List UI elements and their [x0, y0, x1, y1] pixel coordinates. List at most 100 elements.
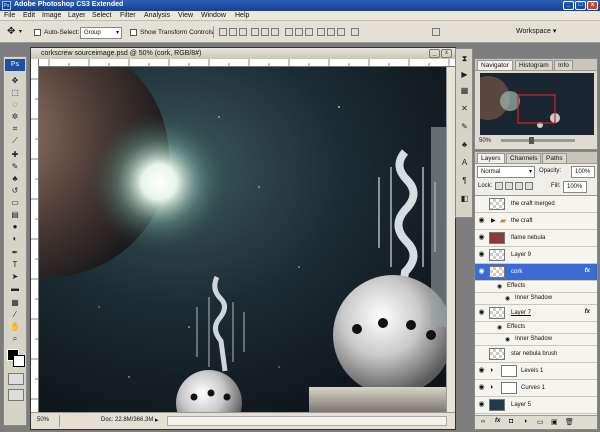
- transform-controls-checkbox[interactable]: [130, 29, 137, 36]
- eraser-tool-icon[interactable]: ▭: [9, 197, 21, 208]
- lock-transparency-icon[interactable]: [495, 182, 503, 190]
- history-panel-icon[interactable]: ⧗: [459, 53, 470, 64]
- distribute-hcenter-icon[interactable]: [327, 28, 335, 36]
- swatches-panel-icon[interactable]: ▦: [459, 85, 470, 96]
- eye-icon[interactable]: ◉: [477, 217, 486, 225]
- fx-badge[interactable]: fx: [585, 309, 590, 315]
- brush-tool-icon[interactable]: ✎: [9, 161, 21, 172]
- new-layer-icon[interactable]: ▣: [551, 418, 558, 426]
- layer-row-selected[interactable]: ◉ cork fx: [475, 264, 597, 281]
- align-hcenter-icon[interactable]: [261, 28, 269, 36]
- status-menu-arrow-icon[interactable]: ▸: [155, 416, 159, 424]
- auto-align-icon[interactable]: [351, 28, 359, 36]
- quick-mask-icon[interactable]: [8, 373, 24, 385]
- distribute-vcenter-icon[interactable]: [295, 28, 303, 36]
- layer-row[interactable]: the craft merged: [475, 196, 597, 213]
- fill-field[interactable]: 100%: [563, 181, 587, 193]
- brush-palette-icon[interactable]: [432, 28, 440, 36]
- blur-tool-icon[interactable]: ●: [9, 221, 21, 232]
- eyedropper-tool-icon[interactable]: ⁄: [9, 309, 21, 320]
- auto-select-checkbox[interactable]: [34, 29, 41, 36]
- menu-help[interactable]: Help: [235, 12, 249, 19]
- zoom-tool-icon[interactable]: ⌕: [9, 333, 21, 344]
- navigator-slider-handle[interactable]: [529, 137, 534, 144]
- adjustment-layer-row[interactable]: ◉ ◑ Curves 1: [475, 380, 597, 397]
- document-title[interactable]: corkscrew sourceimage.psd @ 50% (cork, R…: [31, 48, 455, 59]
- clone-stamp-icon[interactable]: ♣: [9, 173, 21, 184]
- actions-panel-icon[interactable]: ▶: [459, 69, 470, 80]
- eye-icon[interactable]: ◉: [505, 336, 510, 343]
- close-icon[interactable]: x: [587, 1, 598, 10]
- vertical-scrollbar[interactable]: [446, 67, 455, 412]
- layer-row[interactable]: ◉ Layer 5: [475, 397, 597, 414]
- lock-all-icon[interactable]: [525, 182, 533, 190]
- distribute-left-icon[interactable]: [317, 28, 325, 36]
- blend-mode-dropdown[interactable]: Normal ▾: [477, 166, 535, 178]
- align-left-icon[interactable]: [251, 28, 259, 36]
- slice-tool-icon[interactable]: ⟋: [9, 135, 21, 146]
- effect-row[interactable]: ◉ Inner Shadow: [475, 293, 597, 305]
- menu-window[interactable]: Window: [201, 12, 226, 19]
- doc-minimize-icon[interactable]: _: [429, 49, 440, 58]
- effect-row[interactable]: ◉ Inner Shadow: [475, 334, 597, 346]
- zoom-level[interactable]: 50%: [37, 417, 49, 423]
- align-top-icon[interactable]: [219, 28, 227, 36]
- lasso-tool-icon[interactable]: ◌: [9, 99, 21, 110]
- menu-select[interactable]: Select: [92, 12, 111, 19]
- comps-panel-icon[interactable]: ◧: [459, 193, 470, 204]
- eye-icon[interactable]: ◉: [477, 234, 486, 242]
- tool-preset-chevron-icon[interactable]: ▾: [19, 28, 22, 35]
- align-right-icon[interactable]: [271, 28, 279, 36]
- menu-view[interactable]: View: [178, 12, 193, 19]
- tab-channels[interactable]: Channels: [506, 153, 542, 163]
- lock-position-icon[interactable]: [515, 182, 523, 190]
- path-selection-icon[interactable]: ➤: [9, 271, 21, 282]
- lock-pixels-icon[interactable]: [505, 182, 513, 190]
- layer-row[interactable]: ◉ Layer 9: [475, 247, 597, 264]
- menu-edit[interactable]: Edit: [23, 12, 35, 19]
- move-tool-icon[interactable]: ✥: [9, 75, 21, 86]
- brushes-panel-icon[interactable]: ✎: [459, 121, 470, 132]
- add-mask-icon[interactable]: ◘: [509, 418, 513, 425]
- dodge-tool-icon[interactable]: ◐: [9, 233, 21, 244]
- hand-tool-icon[interactable]: ✋: [9, 321, 21, 332]
- paragraph-panel-icon[interactable]: ¶: [459, 175, 470, 186]
- new-adjustment-icon[interactable]: ◑: [523, 418, 527, 425]
- eye-icon[interactable]: ◉: [477, 268, 486, 276]
- tab-histogram[interactable]: Histogram: [515, 60, 553, 70]
- background-color-swatch[interactable]: [13, 355, 25, 367]
- effects-row[interactable]: ◉ Effects: [475, 281, 597, 293]
- history-brush-icon[interactable]: ↺: [9, 185, 21, 196]
- opacity-field[interactable]: 100%: [571, 166, 595, 178]
- navigator-thumbnail[interactable]: [480, 73, 594, 135]
- magic-wand-tool-icon[interactable]: ✲: [9, 111, 21, 122]
- eye-icon[interactable]: ◉: [477, 401, 486, 409]
- eye-icon[interactable]: ◉: [477, 251, 486, 259]
- link-layers-icon[interactable]: ∞: [481, 419, 485, 425]
- menu-image[interactable]: Image: [42, 12, 61, 19]
- layer-row[interactable]: ◉ Layer 7 fx: [475, 305, 597, 322]
- eye-icon[interactable]: ◉: [477, 309, 486, 317]
- tool-presets-icon[interactable]: ✕: [459, 103, 470, 114]
- crop-tool-icon[interactable]: ⌗: [9, 123, 21, 134]
- tab-navigator[interactable]: Navigator: [477, 60, 513, 70]
- layer-group-row[interactable]: ◉ ▶ ▰ the craft: [475, 213, 597, 230]
- horizontal-scrollbar[interactable]: [167, 416, 447, 426]
- eye-icon[interactable]: ◉: [505, 295, 510, 302]
- distribute-top-icon[interactable]: [285, 28, 293, 36]
- layer-row[interactable]: star nebula brush: [475, 346, 597, 363]
- gradient-tool-icon[interactable]: ▤: [9, 209, 21, 220]
- align-vcenter-icon[interactable]: [229, 28, 237, 36]
- align-bottom-icon[interactable]: [239, 28, 247, 36]
- healing-brush-icon[interactable]: ✚: [9, 149, 21, 160]
- tab-paths[interactable]: Paths: [542, 153, 567, 163]
- tab-layers[interactable]: Layers: [477, 153, 505, 163]
- menu-file[interactable]: File: [4, 12, 15, 19]
- menu-layer[interactable]: Layer: [68, 12, 86, 19]
- auto-select-dropdown[interactable]: Group ▾: [80, 27, 122, 39]
- eye-icon[interactable]: ◉: [497, 324, 502, 331]
- distribute-bottom-icon[interactable]: [305, 28, 313, 36]
- effects-row[interactable]: ◉ Effects: [475, 322, 597, 334]
- marquee-tool-icon[interactable]: ⬚: [9, 87, 21, 98]
- add-style-icon[interactable]: fx: [495, 418, 500, 424]
